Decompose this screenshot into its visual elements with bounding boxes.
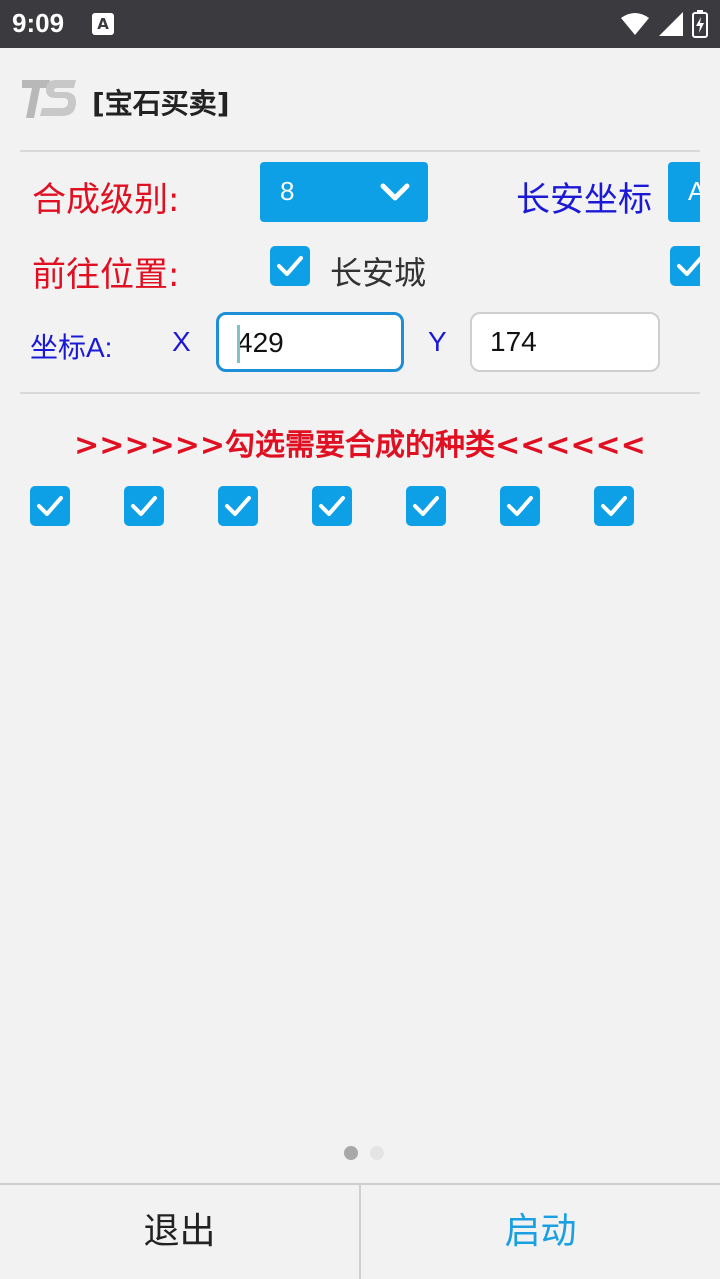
app-header: [宝石买卖] xyxy=(0,48,720,152)
status-bar: 9:09 A xyxy=(0,0,720,48)
goto-other-checkbox[interactable] xyxy=(670,246,700,286)
check-icon xyxy=(601,496,627,516)
check-icon xyxy=(413,496,439,516)
changan-coord-dropdown[interactable]: A xyxy=(668,162,700,222)
goto-label: 前往位置: xyxy=(32,255,180,295)
goto-changan-label: 长安城 xyxy=(330,254,427,292)
level-dropdown[interactable]: 8 xyxy=(260,162,428,222)
gem-type-checkbox-6[interactable] xyxy=(500,486,540,526)
coord-a-label: 坐标A: xyxy=(30,332,113,363)
ts-logo-icon xyxy=(22,80,76,118)
section-divider xyxy=(20,392,700,394)
text-caret xyxy=(237,325,240,363)
page-dot[interactable] xyxy=(370,1146,384,1160)
gem-type-checkbox-4[interactable] xyxy=(312,486,352,526)
gem-type-checkbox-3[interactable] xyxy=(218,486,258,526)
signal-icon xyxy=(659,12,683,36)
exit-button[interactable]: 退出 xyxy=(0,1185,359,1279)
header-divider xyxy=(20,150,700,152)
y-coordinate-value: 174 xyxy=(490,326,537,357)
check-icon xyxy=(277,256,303,276)
chevron-down-icon xyxy=(380,183,410,201)
changan-coord-value: A xyxy=(688,176,700,206)
check-icon xyxy=(131,496,157,516)
check-icon xyxy=(507,496,533,516)
goto-changan-checkbox[interactable] xyxy=(270,246,310,286)
gem-type-checkbox-5[interactable] xyxy=(406,486,446,526)
check-icon xyxy=(677,256,700,276)
x-label: X xyxy=(172,326,191,357)
x-coordinate-input[interactable]: 429 xyxy=(216,312,404,372)
status-time: 9:09 xyxy=(12,8,65,38)
level-label: 合成级别: xyxy=(32,180,180,220)
start-button[interactable]: 启动 xyxy=(361,1185,720,1279)
level-value: 8 xyxy=(280,176,295,206)
bottom-action-bar: 退出 启动 xyxy=(0,1183,720,1279)
page-indicator xyxy=(344,1146,384,1160)
notification-icon: A xyxy=(92,13,114,35)
changan-coord-label: 长安坐标 xyxy=(516,180,652,220)
battery-icon xyxy=(692,10,708,38)
status-icons xyxy=(620,10,708,38)
check-icon xyxy=(319,496,345,516)
gem-type-checkbox-2[interactable] xyxy=(124,486,164,526)
gem-type-checkbox-1[interactable] xyxy=(30,486,70,526)
check-icon xyxy=(37,496,63,516)
page-dot-active[interactable] xyxy=(344,1146,358,1160)
y-label: Y xyxy=(428,326,447,357)
page-title: [宝石买卖] xyxy=(92,87,230,120)
y-coordinate-input[interactable]: 174 xyxy=(470,312,660,372)
select-types-instruction: >>>>>>勾选需要合成的种类<<<<<< xyxy=(74,428,646,463)
check-icon xyxy=(225,496,251,516)
x-coordinate-value: 429 xyxy=(237,327,284,358)
gem-type-checkbox-7[interactable] xyxy=(594,486,634,526)
wifi-icon xyxy=(621,13,649,35)
